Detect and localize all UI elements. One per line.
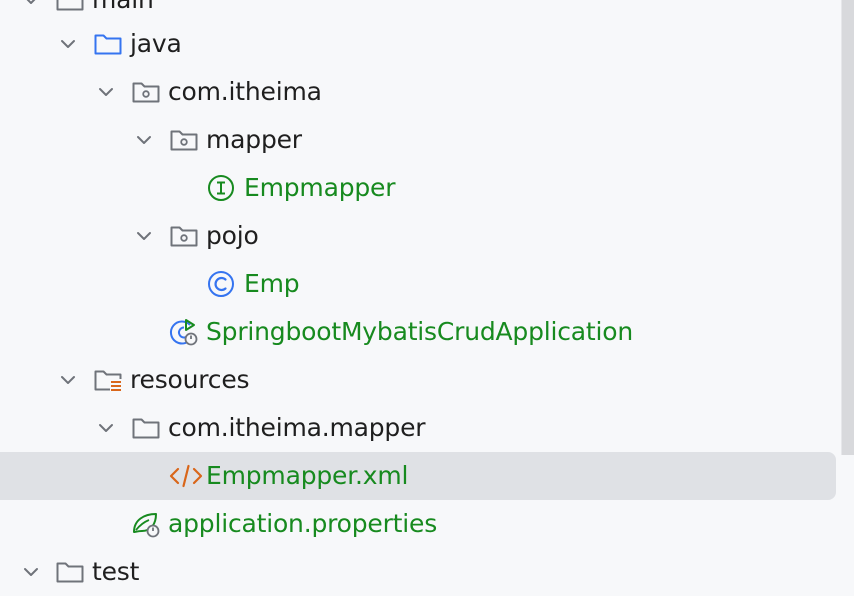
class-icon [207, 270, 237, 298]
chevron-down-icon[interactable] [95, 81, 117, 103]
tree-item-pojo[interactable]: pojo [0, 212, 836, 260]
source-folder-icon [93, 30, 123, 58]
tree-item-label: SpringbootMybatisCrudApplication [206, 317, 633, 346]
xml-file-icon [169, 462, 203, 490]
tree-item-empmapper-xml[interactable]: Empmapper.xml [0, 452, 836, 500]
package-icon [169, 126, 199, 154]
tree-item-label: Empmapper.xml [206, 461, 409, 490]
chevron-down-icon[interactable] [95, 417, 117, 439]
tree-item-label: com.itheima.mapper [168, 413, 426, 442]
folder-icon [131, 414, 161, 442]
interface-icon [207, 174, 237, 202]
tree-item-label: pojo [206, 221, 259, 250]
tree-item-application-properties[interactable]: application.properties [0, 500, 836, 548]
tree-item-com-itheima[interactable]: com.itheima [0, 68, 836, 116]
tree-item-label: resources [130, 365, 250, 394]
spring-boot-app-icon [169, 318, 199, 346]
folder-icon [55, 558, 85, 586]
chevron-down-icon[interactable] [57, 369, 79, 391]
tree-item-label: java [130, 29, 182, 58]
tree-item-label: application.properties [168, 509, 438, 538]
tree-item-com-itheima-mapper[interactable]: com.itheima.mapper [0, 404, 836, 452]
tree-item-label: Emp [244, 269, 300, 298]
tree-item-label: test [92, 557, 140, 586]
chevron-down-icon[interactable] [20, 0, 42, 11]
tree-item-label: mapper [206, 125, 302, 154]
tree-item-test[interactable]: test [0, 548, 836, 596]
chevron-down-icon[interactable] [57, 33, 79, 55]
folder-icon [55, 0, 85, 14]
chevron-down-icon[interactable] [133, 129, 155, 151]
vertical-scrollbar[interactable] [841, 0, 854, 455]
tree-item-springbootmybatiscrudapplication[interactable]: SpringbootMybatisCrudApplication [0, 308, 836, 356]
package-icon [131, 78, 161, 106]
tree-item-emp[interactable]: Emp [0, 260, 836, 308]
tree-item-empmapper[interactable]: Empmapper [0, 164, 836, 212]
chevron-down-icon[interactable] [133, 225, 155, 247]
tree-item-resources[interactable]: resources [0, 356, 836, 404]
project-tree: main java com.itheima mapper Empmapper pojo Em… [0, 0, 854, 592]
tree-item-label: com.itheima [168, 77, 322, 106]
package-icon [169, 222, 199, 250]
tree-item-label: Empmapper [244, 173, 396, 202]
resources-folder-icon [93, 366, 123, 394]
tree-item-mapper[interactable]: mapper [0, 116, 836, 164]
tree-item-java[interactable]: java [0, 20, 836, 68]
spring-properties-icon [131, 510, 161, 538]
tree-item-label: main [92, 0, 154, 16]
chevron-down-icon[interactable] [20, 561, 42, 583]
